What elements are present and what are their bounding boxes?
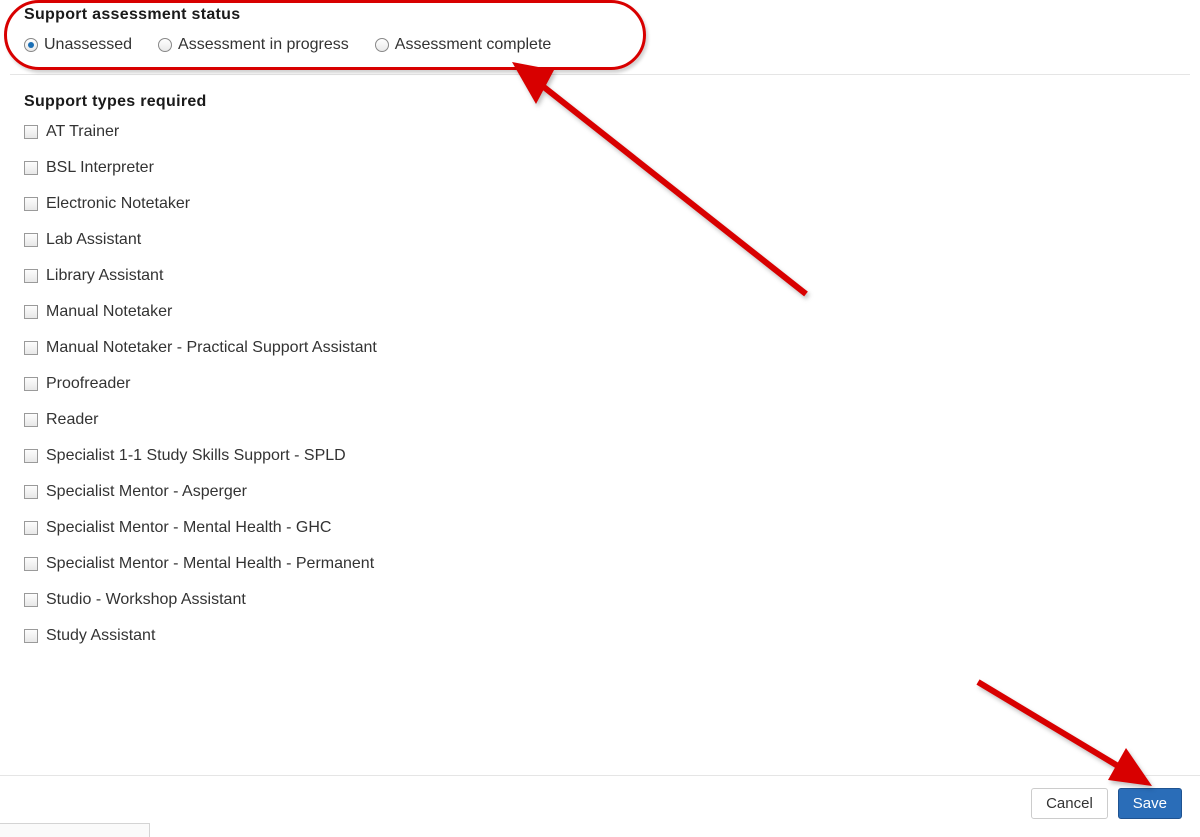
checkbox-icon (24, 305, 38, 319)
checkbox-label: Lab Assistant (46, 231, 141, 249)
cutoff-element (0, 823, 150, 837)
support-types-list: AT Trainer BSL Interpreter Electronic Note… (24, 123, 1176, 645)
support-type-4[interactable]: Library Assistant (24, 267, 1176, 285)
support-type-14[interactable]: Study Assistant (24, 627, 1176, 645)
radio-label: Assessment in progress (178, 36, 349, 54)
checkbox-icon (24, 341, 38, 355)
checkbox-icon (24, 629, 38, 643)
radio-icon (158, 38, 172, 52)
checkbox-icon (24, 269, 38, 283)
checkbox-icon (24, 161, 38, 175)
cancel-button[interactable]: Cancel (1031, 788, 1108, 819)
checkbox-label: Specialist 1-1 Study Skills Support - SP… (46, 447, 346, 465)
checkbox-icon (24, 377, 38, 391)
checkbox-icon (24, 197, 38, 211)
checkbox-icon (24, 485, 38, 499)
support-type-6[interactable]: Manual Notetaker - Practical Support Ass… (24, 339, 1176, 357)
checkbox-label: Reader (46, 411, 98, 429)
checkbox-label: Proofreader (46, 375, 131, 393)
support-type-0[interactable]: AT Trainer (24, 123, 1176, 141)
checkbox-icon (24, 449, 38, 463)
assessment-status-section: Support assessment status Unassessed Asse… (10, 0, 1190, 75)
save-button[interactable]: Save (1118, 788, 1182, 819)
support-type-9[interactable]: Specialist 1-1 Study Skills Support - SP… (24, 447, 1176, 465)
checkbox-icon (24, 593, 38, 607)
support-type-12[interactable]: Specialist Mentor - Mental Health - Perm… (24, 555, 1176, 573)
radio-label: Assessment complete (395, 36, 552, 54)
status-radio-0[interactable]: Unassessed (24, 36, 132, 54)
checkbox-icon (24, 521, 38, 535)
support-type-8[interactable]: Reader (24, 411, 1176, 429)
form-footer: Cancel Save (0, 775, 1200, 837)
checkbox-label: Electronic Notetaker (46, 195, 190, 213)
status-radio-1[interactable]: Assessment in progress (158, 36, 349, 54)
checkbox-icon (24, 413, 38, 427)
status-radio-group: Unassessed Assessment in progress Assessme… (24, 36, 1176, 54)
support-type-7[interactable]: Proofreader (24, 375, 1176, 393)
checkbox-label: Specialist Mentor - Mental Health - Perm… (46, 555, 374, 573)
checkbox-label: Study Assistant (46, 627, 155, 645)
support-types-section: Support types required AT Trainer BSL Int… (10, 87, 1190, 665)
checkbox-label: Specialist Mentor - Mental Health - GHC (46, 519, 331, 537)
checkbox-label: Specialist Mentor - Asperger (46, 483, 247, 501)
types-heading: Support types required (24, 93, 1176, 111)
checkbox-icon (24, 233, 38, 247)
support-type-5[interactable]: Manual Notetaker (24, 303, 1176, 321)
checkbox-icon (24, 557, 38, 571)
radio-icon (375, 38, 389, 52)
checkbox-label: Library Assistant (46, 267, 163, 285)
support-type-3[interactable]: Lab Assistant (24, 231, 1176, 249)
checkbox-label: Manual Notetaker (46, 303, 172, 321)
radio-label: Unassessed (44, 36, 132, 54)
checkbox-label: Studio - Workshop Assistant (46, 591, 246, 609)
support-type-10[interactable]: Specialist Mentor - Asperger (24, 483, 1176, 501)
status-radio-2[interactable]: Assessment complete (375, 36, 552, 54)
checkbox-label: Manual Notetaker - Practical Support Ass… (46, 339, 377, 357)
checkbox-icon (24, 125, 38, 139)
support-type-1[interactable]: BSL Interpreter (24, 159, 1176, 177)
checkbox-label: BSL Interpreter (46, 159, 154, 177)
support-type-13[interactable]: Studio - Workshop Assistant (24, 591, 1176, 609)
radio-icon (24, 38, 38, 52)
support-type-2[interactable]: Electronic Notetaker (24, 195, 1176, 213)
checkbox-label: AT Trainer (46, 123, 119, 141)
status-heading: Support assessment status (24, 6, 1176, 24)
support-type-11[interactable]: Specialist Mentor - Mental Health - GHC (24, 519, 1176, 537)
